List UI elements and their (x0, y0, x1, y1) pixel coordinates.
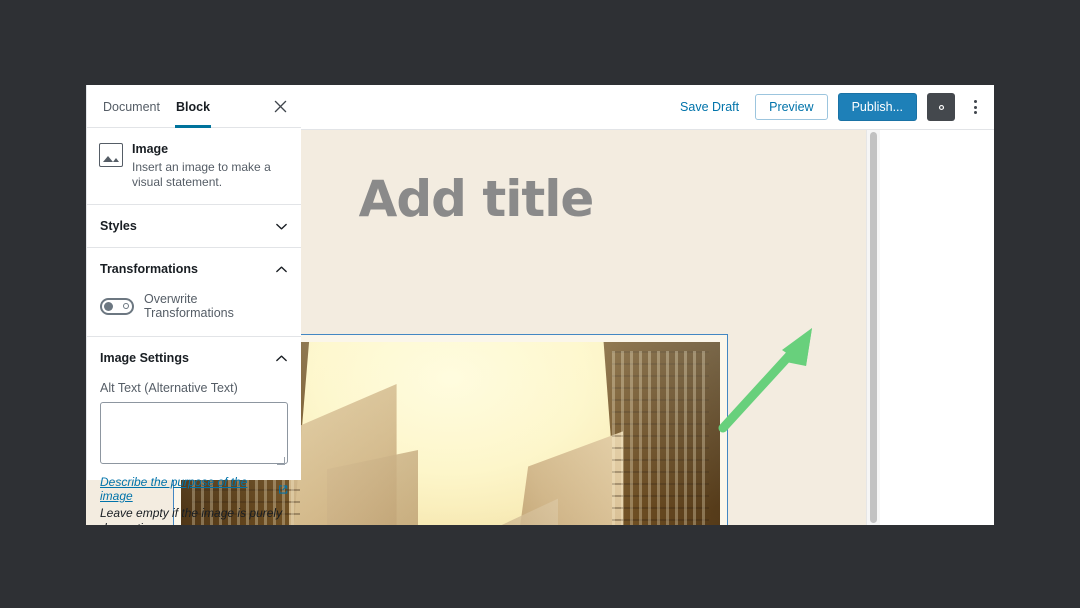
photo-building-right-mid (504, 431, 623, 525)
chevron-up-icon (276, 265, 287, 272)
publish-button[interactable]: Publish... (837, 93, 917, 121)
vertical-dots-icon (973, 105, 977, 109)
save-draft-button[interactable]: Save Draft (674, 96, 745, 118)
external-link-icon (278, 484, 287, 494)
overwrite-transformations-label: Overwrite Transformations (144, 292, 234, 320)
sidebar-tabs: Document Block (87, 85, 301, 128)
toolbar-right-group: Save Draft Preview Publish... (674, 93, 994, 121)
alt-text-label: Alt Text (Alternative Text) (100, 381, 238, 395)
describe-image-link-text: Describe the purpose of the image (100, 475, 248, 503)
editor-window: Save Draft Preview Publish... Add title … (86, 85, 994, 525)
photo-window-grid-right (612, 351, 710, 525)
close-sidebar-button[interactable] (267, 93, 293, 119)
block-info-card: Image Insert an image to make a visual s… (87, 128, 301, 205)
describe-image-link[interactable]: Describe the purpose of the image (100, 475, 288, 503)
settings-sidebar: Document Block Image Insert an image to … (86, 85, 301, 525)
tab-block[interactable]: Block (168, 86, 218, 128)
close-icon (274, 100, 286, 112)
alt-text-help: Leave empty if the image is purely decor… (100, 506, 283, 525)
overwrite-transformations-row: Overwrite Transformations (100, 290, 288, 320)
toggle-off-marker (123, 303, 129, 309)
gear-icon (938, 104, 944, 110)
scrollbar-thumb[interactable] (870, 132, 877, 523)
overwrite-transformations-toggle[interactable] (100, 297, 134, 315)
panel-image-settings-body: Alt Text (Alternative Text) Describe the… (87, 381, 301, 525)
block-info-description: Insert an image to make a visual stateme… (132, 160, 271, 189)
more-options-button[interactable] (965, 93, 985, 121)
panel-image-settings-title: Image Settings (100, 351, 189, 365)
toggle-knob (104, 301, 113, 311)
alt-text-wrapper (100, 402, 288, 469)
editor-scrollbar[interactable] (866, 130, 880, 525)
panel-image-settings-header[interactable]: Image Settings (87, 337, 301, 379)
chevron-down-icon (276, 223, 287, 230)
panel-transformations-header[interactable]: Transformations (87, 248, 301, 290)
panel-styles-title: Styles (100, 219, 137, 233)
settings-button[interactable] (927, 93, 955, 121)
preview-button[interactable]: Preview (755, 94, 828, 120)
alt-text-input[interactable] (100, 402, 288, 464)
panel-transformations-title: Transformations (100, 262, 198, 276)
panel-transformations-body: Overwrite Transformations (87, 290, 301, 337)
panel-styles-header[interactable]: Styles (87, 205, 301, 248)
vertical-dots-icon (973, 111, 977, 114)
block-info-title: Image (132, 142, 169, 156)
image-block-icon (99, 143, 123, 167)
tab-document[interactable]: Document (95, 86, 168, 127)
chevron-up-icon (276, 354, 287, 361)
vertical-dots-icon (973, 100, 977, 103)
